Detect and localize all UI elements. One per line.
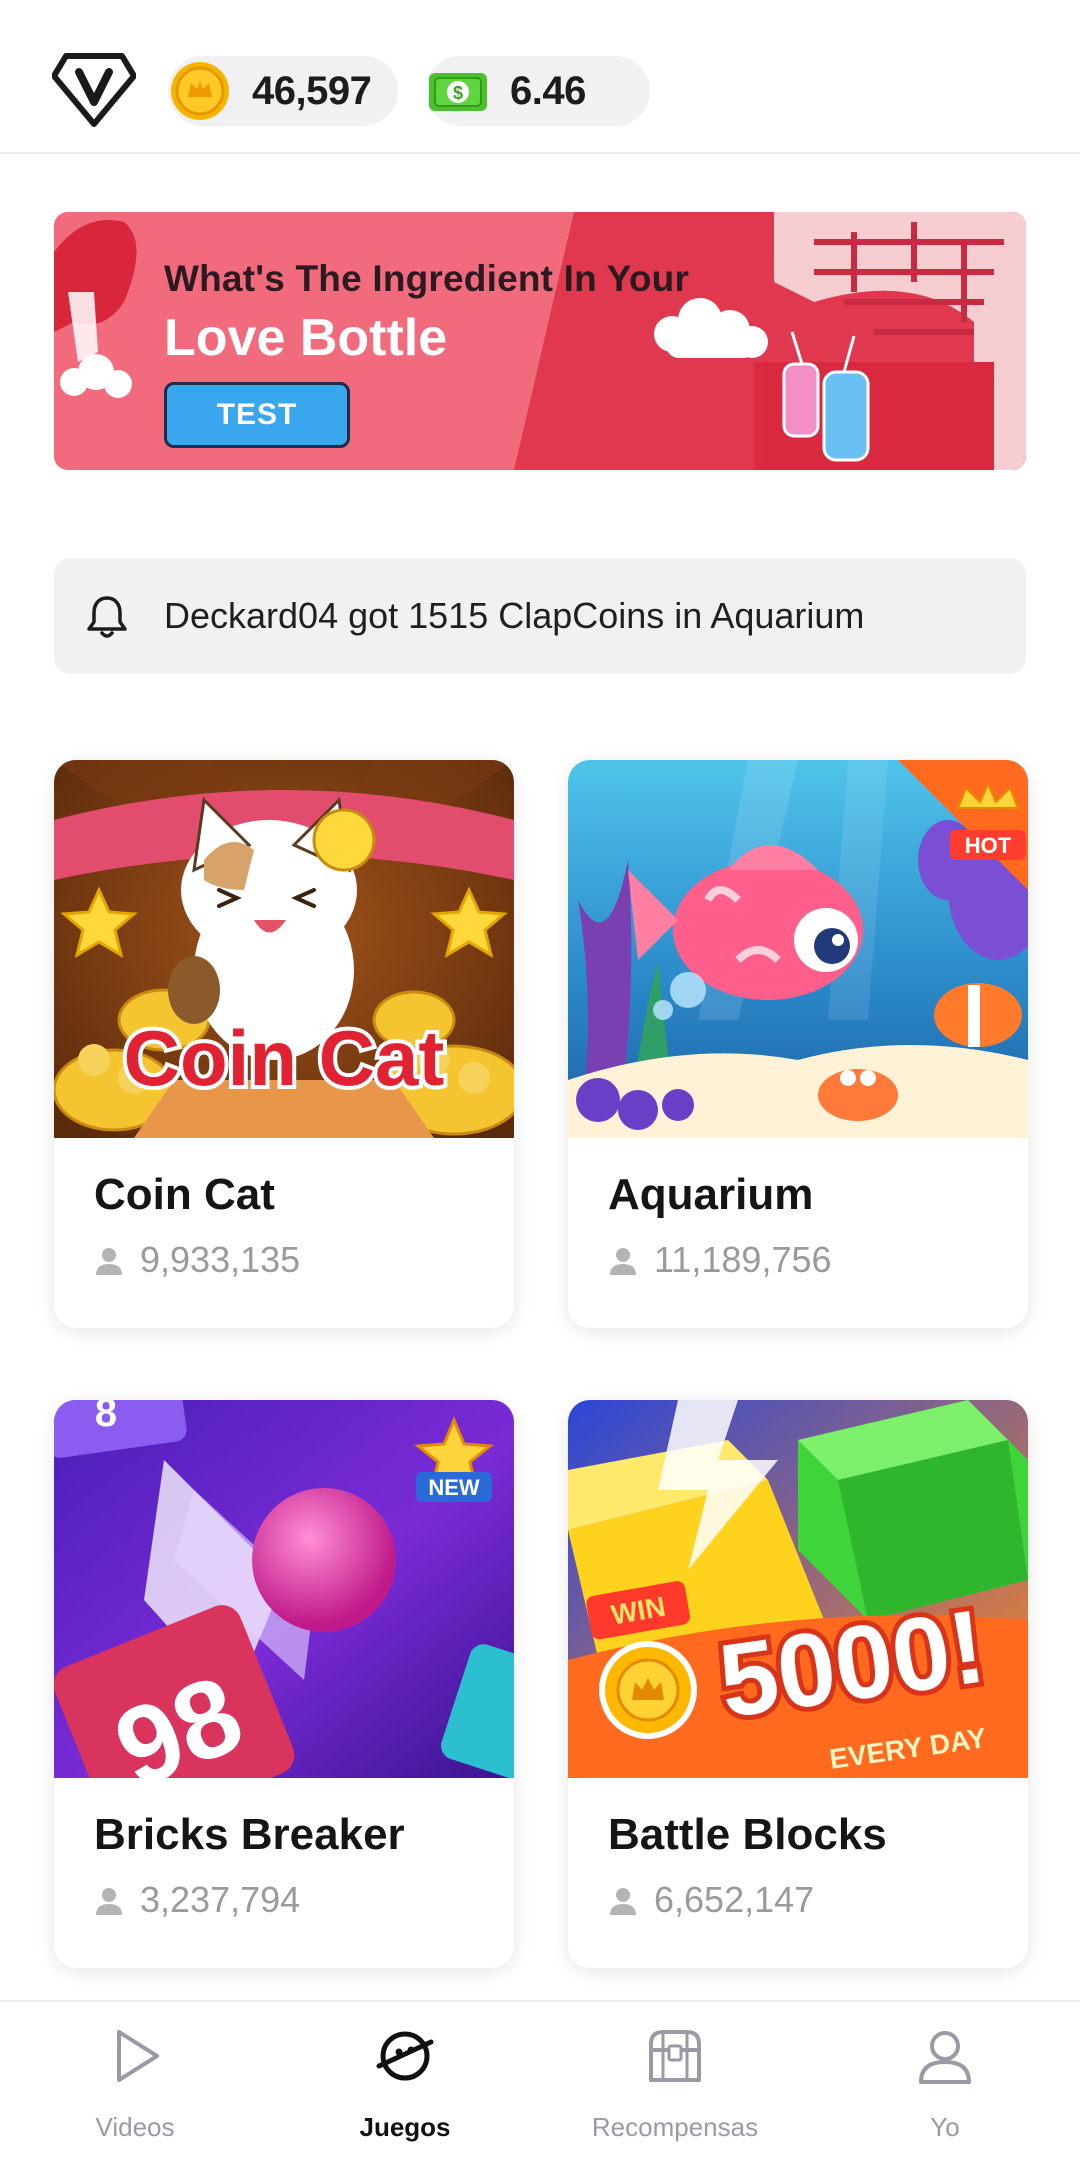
game-title: Coin Cat (94, 1170, 275, 1219)
nav-item-recompensas[interactable]: Recompensas (540, 2002, 810, 2179)
player-count-value: 11,189,756 (654, 1239, 832, 1280)
banner-title: Love Bottle (164, 309, 448, 367)
hot-badge-text: HOT (965, 833, 1012, 858)
game-card-bricks-breaker[interactable]: 8 98 NEW Bricks Breaker 3,237,794 (54, 1400, 514, 1968)
cash-icon: $ (429, 73, 487, 111)
user-icon (96, 1248, 122, 1275)
game-thumbnail: HOT (568, 760, 1028, 1138)
vip-badge-icon[interactable] (52, 52, 136, 128)
nav-label: Juegos (359, 2112, 451, 2142)
svg-text:$: $ (453, 83, 463, 103)
player-count-value: 6,652,147 (654, 1879, 815, 1920)
coin-icon (171, 62, 229, 120)
game-thumbnail: WIN 5000! EVERY DAY (568, 1400, 1028, 1778)
player-count-value: 9,933,135 (140, 1239, 301, 1280)
coin-cat-art-text: Coin Cat (124, 1014, 445, 1102)
nav-label: Recompensas (591, 2112, 759, 2142)
person-icon (919, 2031, 971, 2084)
coin-balance-value: 46,597 (252, 69, 372, 113)
cash-balance-value: 6.46 (510, 69, 586, 113)
game-card-aquarium[interactable]: HOT Aquarium 11,189,756 (568, 760, 1028, 1328)
top-bar: 46,597 $ 6.46 (0, 0, 1080, 154)
treasure-chest-icon (649, 2030, 701, 2082)
game-thumbnail: 8 98 NEW (54, 1400, 514, 1778)
coin-balance[interactable]: 46,597 (168, 56, 398, 126)
bell-icon (87, 596, 127, 638)
banner-test-button[interactable]: TEST (164, 382, 350, 448)
bottom-navigation: Videos Juegos Recompensas Yo (0, 2000, 1080, 2179)
game-thumbnail: Coin Cat (54, 760, 514, 1138)
planet-icon (376, 2031, 434, 2081)
game-title: Bricks Breaker (94, 1810, 405, 1859)
svg-text:8: 8 (95, 1400, 117, 1435)
nav-item-videos[interactable]: Videos (0, 2002, 270, 2179)
game-title: Battle Blocks (608, 1810, 887, 1859)
promo-banner[interactable]: What's The Ingredient In Your Love Bottl… (54, 212, 1026, 470)
app-screen: 46,597 $ 6.46 What's The Ingredient In Y… (0, 0, 1080, 2179)
game-title: Aquarium (608, 1170, 814, 1219)
game-card-coin-cat[interactable]: Coin Cat Coin Cat 9,933,135 (54, 760, 514, 1328)
banner-subtitle: What's The Ingredient In Your (164, 258, 690, 299)
user-icon (610, 1888, 636, 1915)
user-icon (610, 1248, 636, 1275)
play-icon (117, 2030, 159, 2082)
winner-notice-bar[interactable]: Deckard04 got 1515 ClapCoins in Aquarium (54, 558, 1026, 674)
player-count-value: 3,237,794 (140, 1879, 301, 1920)
user-icon (96, 1888, 122, 1915)
nav-label: Videos (95, 2112, 175, 2142)
cash-balance[interactable]: $ 6.46 (426, 56, 650, 126)
nav-item-yo[interactable]: Yo (810, 2002, 1080, 2179)
notice-text: Deckard04 got 1515 ClapCoins in Aquarium (164, 595, 865, 636)
new-badge-text: NEW (428, 1475, 480, 1500)
nav-item-juegos[interactable]: Juegos (270, 2002, 540, 2179)
game-card-battle-blocks[interactable]: WIN 5000! EVERY DAY Battle Blocks 6,652,… (568, 1400, 1028, 1968)
nav-label: Yo (930, 2112, 960, 2142)
